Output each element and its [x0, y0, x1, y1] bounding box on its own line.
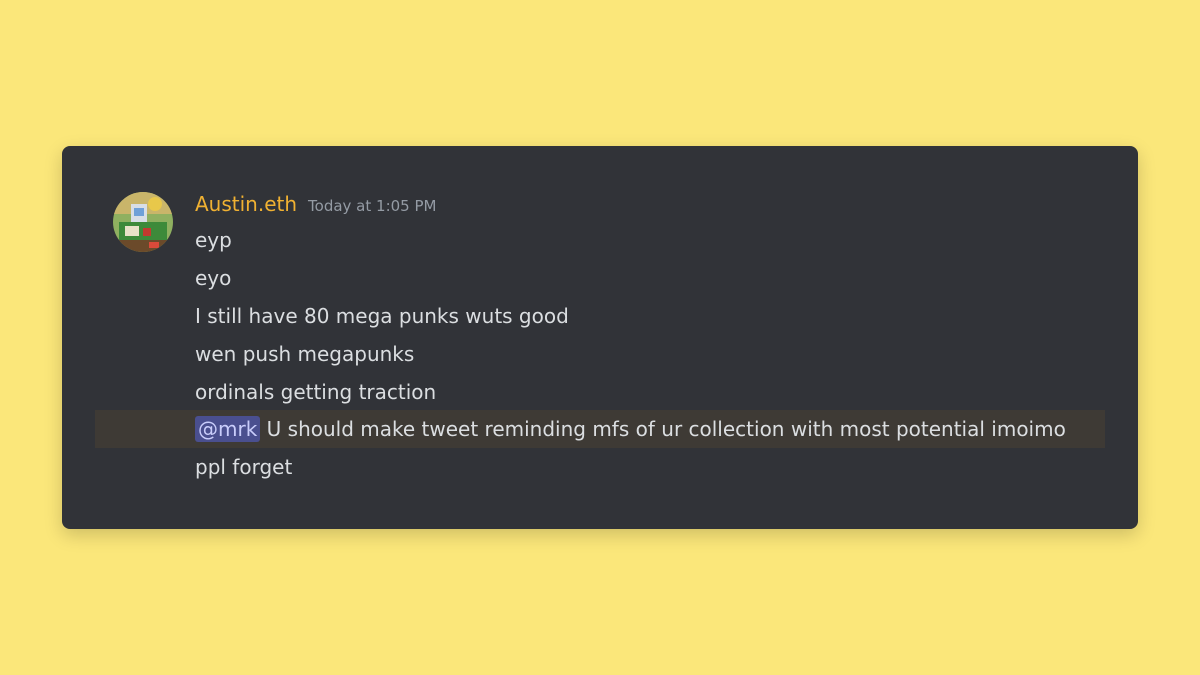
timestamp: Today at 1:05 PM — [308, 197, 437, 215]
message-text: I still have 80 mega punks wuts good — [195, 304, 569, 328]
message-text: ppl forget — [195, 455, 293, 479]
user-mention[interactable]: @mrk — [195, 416, 261, 442]
message-line: wen push megapunks — [62, 335, 1138, 373]
message-line: ppl forget — [62, 448, 1138, 486]
message-card: Austin.eth Today at 1:05 PM eyp eyo I st… — [62, 146, 1138, 529]
message-text: @mrk U should make tweet reminding mfs o… — [195, 410, 1066, 448]
message-text: ordinals getting traction — [195, 380, 437, 404]
message-line: eyp — [62, 221, 1138, 259]
message-line: ordinals getting traction — [62, 373, 1138, 411]
message-text: eyo — [195, 266, 232, 290]
highlighted-message-line[interactable]: @mrk U should make tweet reminding mfs o… — [62, 410, 1138, 448]
message-header: Austin.eth Today at 1:05 PM — [195, 192, 436, 220]
username[interactable]: Austin.eth — [195, 192, 297, 216]
message-text: wen push megapunks — [195, 342, 415, 366]
message-text-body: U should make tweet reminding mfs of ur … — [260, 417, 1066, 441]
message-line: eyo — [62, 259, 1138, 297]
message-line: I still have 80 mega punks wuts good — [62, 297, 1138, 335]
message-text: eyp — [195, 228, 232, 252]
